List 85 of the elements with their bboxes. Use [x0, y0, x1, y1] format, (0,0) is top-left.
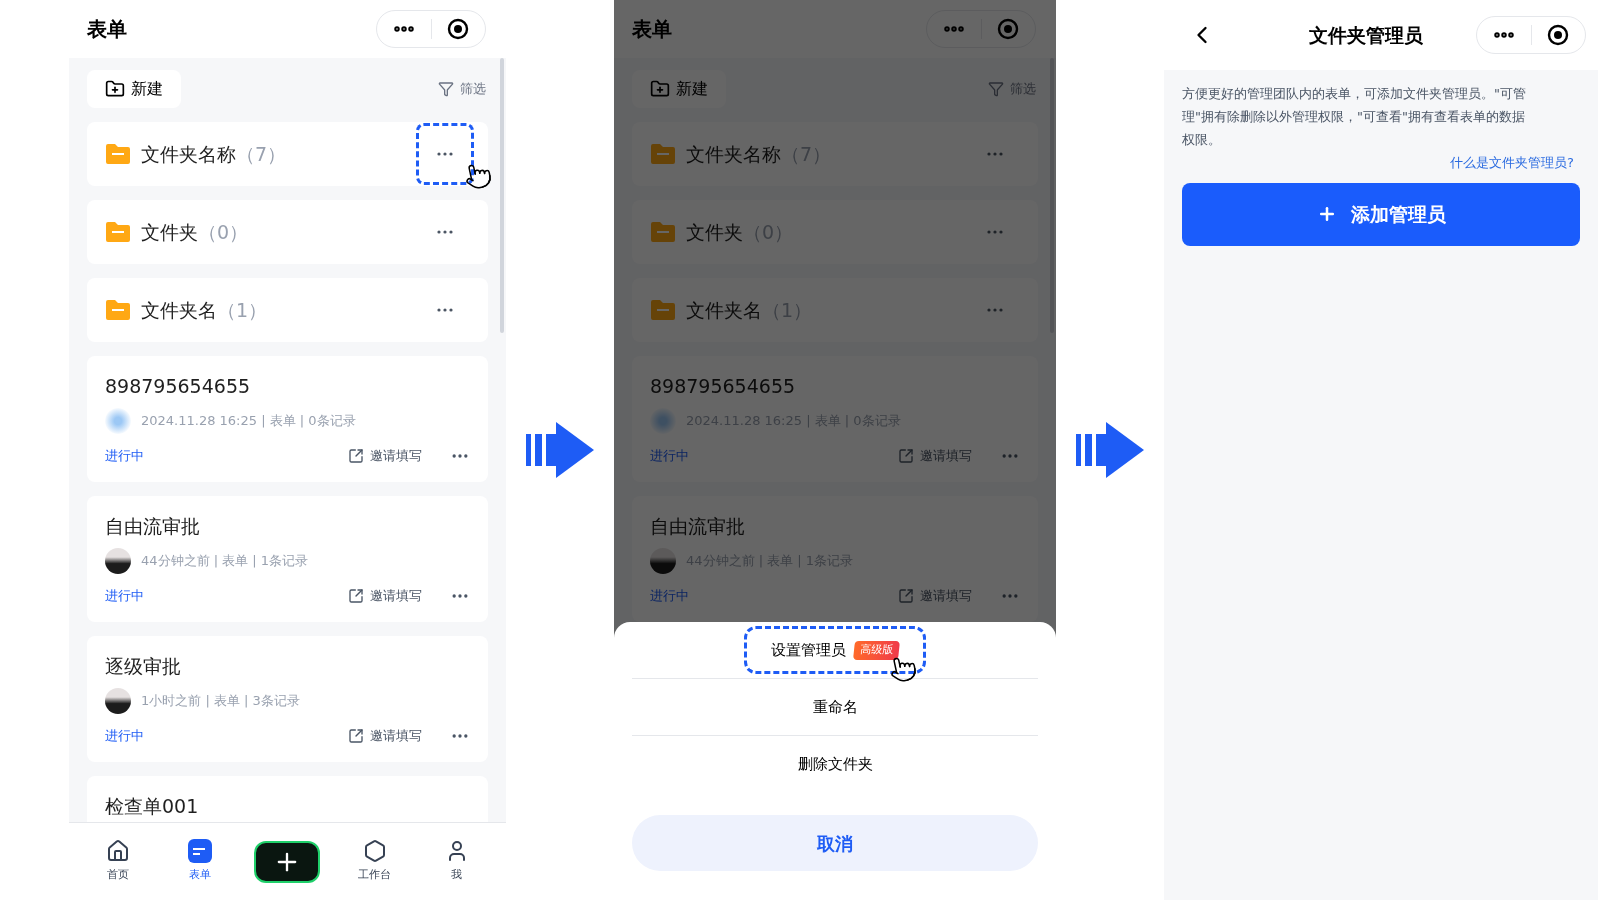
form-title: 逐级审批	[105, 654, 182, 679]
status-label: 进行中	[105, 727, 144, 746]
share-icon	[898, 448, 914, 464]
sheet-option[interactable]: 删除文件夹	[773, 744, 897, 785]
status-label: 进行中	[105, 587, 144, 606]
folder-name: 文件夹名称	[686, 141, 781, 167]
folder-icon	[105, 143, 131, 165]
invite-button[interactable]: 邀请填写	[348, 586, 422, 606]
avatar-blur	[650, 408, 676, 434]
right-arrow-icon	[526, 422, 594, 478]
form-meta: 44分钟之前 | 表单 | 1条记录	[141, 552, 309, 571]
folder-icon	[650, 299, 676, 321]
add-button[interactable]	[254, 840, 321, 883]
folder-icon	[650, 221, 676, 243]
status-label: 进行中	[105, 447, 144, 466]
folder-plus-icon	[650, 79, 670, 99]
form-title: 898795654655	[650, 374, 797, 399]
folder-count: （1）	[217, 297, 268, 323]
target-icon[interactable]	[447, 18, 470, 40]
status-label: 进行中	[650, 587, 689, 606]
help-link[interactable]: 什么是文件夹管理员?	[1450, 153, 1574, 173]
folder-name: 文件夹	[686, 219, 743, 245]
tab-item[interactable]: 首页	[90, 839, 147, 884]
share-icon	[348, 588, 364, 604]
right-arrow-icon	[1076, 422, 1144, 478]
cancel-button[interactable]: 取消	[632, 815, 1038, 871]
form-card[interactable]: 自由流审批 44分钟之前 | 表单 | 1条记录 进行中 邀请填写	[87, 496, 488, 622]
folder-name: 文件夹名	[686, 297, 762, 323]
avatar-photo-placeholder	[105, 548, 131, 574]
form-meta: 2024.11.28 16:25 | 表单 | 0条记录	[141, 412, 356, 431]
add-admin-button[interactable]: 添加管理员	[1182, 182, 1580, 246]
share-icon	[898, 588, 914, 604]
tab-item[interactable]: 工作台	[346, 839, 403, 884]
more-icon	[437, 152, 453, 156]
form-meta: 1小时之前 | 表单 | 3条记录	[141, 692, 300, 711]
invite-button[interactable]: 邀请填写	[348, 726, 422, 746]
hexagon-icon	[362, 839, 387, 864]
premium-badge: 高级版	[853, 640, 900, 660]
folder-card[interactable]: 文件夹名（1）	[87, 278, 488, 342]
status-label: 进行中	[650, 447, 689, 466]
tab-item[interactable]: 我	[428, 839, 485, 884]
folder-name: 文件夹名称	[141, 141, 236, 167]
page-title: 表单	[87, 16, 127, 43]
filter-icon	[438, 81, 454, 97]
more-icon	[987, 230, 1003, 234]
form-card[interactable]: 检查单001	[87, 776, 488, 822]
tab-item[interactable]: 表单	[172, 839, 229, 884]
form-icon	[188, 839, 213, 864]
form-title: 898795654655	[105, 374, 252, 399]
share-icon	[348, 448, 364, 464]
avatar-photo-placeholder	[105, 688, 131, 714]
avatar-blur	[105, 408, 131, 434]
invite-button[interactable]: 邀请填写	[348, 446, 422, 466]
folder-icon	[105, 221, 131, 243]
description-text: 方便更好的管理团队内的表单，可添加文件夹管理员。"可管理"拥有除删除以外管理权限，"可查看"拥有查看表单的数据权限。	[1182, 85, 1527, 149]
new-folder-button[interactable]: 新建	[87, 70, 181, 108]
share-icon	[348, 728, 364, 744]
folder-icon	[650, 143, 676, 165]
folder-card[interactable]: 文件夹名称（7）	[87, 122, 488, 186]
folder-name: 文件夹名	[141, 297, 217, 323]
folder-card[interactable]: 文件夹（0）	[87, 200, 488, 264]
more-icon	[987, 308, 1003, 312]
more-icon	[437, 230, 453, 234]
folder-name: 文件夹	[141, 219, 198, 245]
filter-button[interactable]: 筛选	[438, 79, 488, 99]
filter-icon	[988, 81, 1004, 97]
more-button[interactable]	[416, 123, 474, 185]
folder-icon	[105, 299, 131, 321]
form-title: 自由流审批	[105, 514, 201, 539]
more-icon	[987, 152, 1003, 156]
more-icon	[437, 308, 453, 312]
sheet-option[interactable]: 重命名	[788, 687, 882, 727]
page-title: 表单	[632, 16, 672, 43]
folder-plus-icon	[105, 79, 125, 99]
form-title: 自由流审批	[650, 514, 746, 539]
target-icon[interactable]	[1547, 24, 1570, 46]
page-title: 文件夹管理员	[1308, 22, 1424, 48]
avatar-photo-placeholder	[650, 548, 676, 574]
folder-count: （7）	[236, 141, 287, 167]
new-folder-button[interactable]: 新建	[632, 70, 726, 108]
form-title: 检查单001	[105, 794, 200, 819]
home-icon	[106, 839, 131, 864]
form-card[interactable]: 898795654655 2024.11.28 16:25 | 表单 | 0条记录 进行中 邀请填写	[87, 356, 488, 482]
folder-count: （0）	[198, 219, 249, 245]
form-card[interactable]: 逐级审批 1小时之前 | 表单 | 3条记录 进行中 邀请填写	[87, 636, 488, 762]
